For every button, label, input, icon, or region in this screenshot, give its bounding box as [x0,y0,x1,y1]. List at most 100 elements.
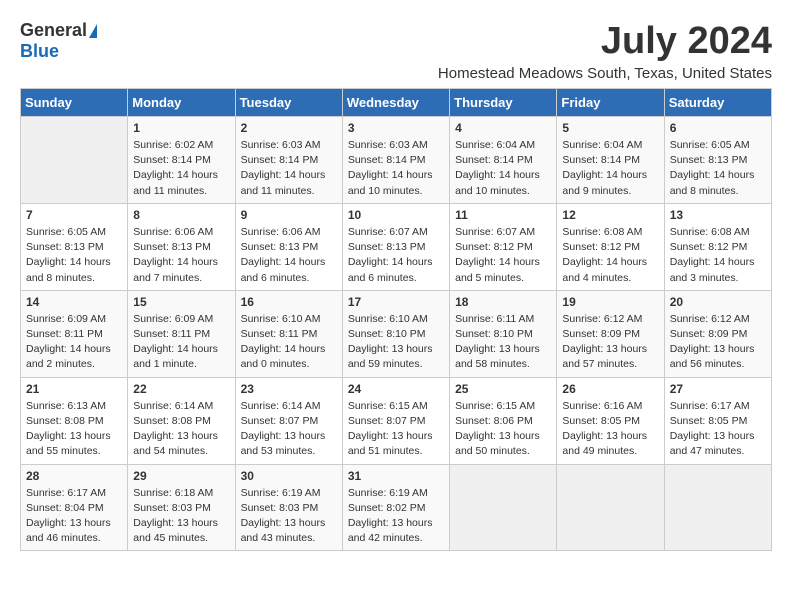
day-number: 5 [562,121,658,135]
day-info: Sunrise: 6:16 AM Sunset: 8:05 PM Dayligh… [562,399,658,460]
day-cell: 26 Sunrise: 6:16 AM Sunset: 8:05 PM Dayli… [557,377,664,464]
day-number: 15 [133,295,229,309]
day-info: Sunrise: 6:10 AM Sunset: 8:11 PM Dayligh… [241,312,337,373]
logo-blue: Blue [20,41,59,62]
day-number: 20 [670,295,766,309]
day-cell: 22 Sunrise: 6:14 AM Sunset: 8:08 PM Dayli… [128,377,235,464]
day-info: Sunrise: 6:17 AM Sunset: 8:04 PM Dayligh… [26,486,122,547]
day-info: Sunrise: 6:07 AM Sunset: 8:13 PM Dayligh… [348,225,444,286]
title-area: July 2024 Homestead Meadows South, Texas… [438,20,772,82]
day-info: Sunrise: 6:18 AM Sunset: 8:03 PM Dayligh… [133,486,229,547]
day-number: 25 [455,382,551,396]
day-cell: 2Sunrise: 6:03 AM Sunset: 8:14 PM Daylig… [235,117,342,204]
header-cell-sunday: Sunday [21,89,128,117]
day-info: Sunrise: 6:06 AM Sunset: 8:13 PM Dayligh… [241,225,337,286]
day-cell: 7 Sunrise: 6:05 AM Sunset: 8:13 PM Daylig… [21,203,128,290]
day-info: Sunrise: 6:17 AM Sunset: 8:05 PM Dayligh… [670,399,766,460]
day-cell: 1Sunrise: 6:02 AM Sunset: 8:14 PM Daylig… [128,117,235,204]
day-cell: 31 Sunrise: 6:19 AM Sunset: 8:02 PM Dayli… [342,464,449,551]
logo: General Blue [20,20,97,62]
month-title: July 2024 [438,20,772,63]
day-cell: 17 Sunrise: 6:10 AM Sunset: 8:10 PM Dayli… [342,290,449,377]
day-number: 23 [241,382,337,396]
day-cell: 8 Sunrise: 6:06 AM Sunset: 8:13 PM Daylig… [128,203,235,290]
day-info: Sunrise: 6:12 AM Sunset: 8:09 PM Dayligh… [562,312,658,373]
day-info: Sunrise: 6:04 AM Sunset: 8:14 PM Dayligh… [562,138,658,199]
header-cell-friday: Friday [557,89,664,117]
day-number: 28 [26,469,122,483]
week-row-1: 7 Sunrise: 6:05 AM Sunset: 8:13 PM Daylig… [21,203,772,290]
day-info: Sunrise: 6:05 AM Sunset: 8:13 PM Dayligh… [670,138,766,199]
day-cell: 30Sunrise: 6:19 AM Sunset: 8:03 PM Dayli… [235,464,342,551]
day-info: Sunrise: 6:03 AM Sunset: 8:14 PM Dayligh… [348,138,444,199]
day-info: Sunrise: 6:12 AM Sunset: 8:09 PM Dayligh… [670,312,766,373]
day-cell [450,464,557,551]
day-info: Sunrise: 6:08 AM Sunset: 8:12 PM Dayligh… [562,225,658,286]
day-cell: 15 Sunrise: 6:09 AM Sunset: 8:11 PM Dayli… [128,290,235,377]
day-number: 31 [348,469,444,483]
day-info: Sunrise: 6:15 AM Sunset: 8:06 PM Dayligh… [455,399,551,460]
day-cell: 12Sunrise: 6:08 AM Sunset: 8:12 PM Dayli… [557,203,664,290]
day-info: Sunrise: 6:05 AM Sunset: 8:13 PM Dayligh… [26,225,122,286]
day-cell: 13 Sunrise: 6:08 AM Sunset: 8:12 PM Dayli… [664,203,771,290]
day-info: Sunrise: 6:15 AM Sunset: 8:07 PM Dayligh… [348,399,444,460]
day-cell: 29 Sunrise: 6:18 AM Sunset: 8:03 PM Dayli… [128,464,235,551]
day-cell [21,117,128,204]
day-number: 18 [455,295,551,309]
header: General Blue July 2024 Homestead Meadows… [20,20,772,82]
header-cell-thursday: Thursday [450,89,557,117]
day-number: 22 [133,382,229,396]
day-number: 19 [562,295,658,309]
day-cell: 3Sunrise: 6:03 AM Sunset: 8:14 PM Daylig… [342,117,449,204]
calendar: SundayMondayTuesdayWednesdayThursdayFrid… [20,88,772,551]
day-cell: 14 Sunrise: 6:09 AM Sunset: 8:11 PM Dayli… [21,290,128,377]
week-row-2: 14 Sunrise: 6:09 AM Sunset: 8:11 PM Dayli… [21,290,772,377]
day-number: 8 [133,208,229,222]
day-cell: 10 Sunrise: 6:07 AM Sunset: 8:13 PM Dayli… [342,203,449,290]
week-row-4: 28 Sunrise: 6:17 AM Sunset: 8:04 PM Dayli… [21,464,772,551]
day-cell: 6 Sunrise: 6:05 AM Sunset: 8:13 PM Daylig… [664,117,771,204]
day-number: 10 [348,208,444,222]
day-cell: 25 Sunrise: 6:15 AM Sunset: 8:06 PM Dayli… [450,377,557,464]
day-number: 6 [670,121,766,135]
day-info: Sunrise: 6:09 AM Sunset: 8:11 PM Dayligh… [26,312,122,373]
logo-general: General [20,20,87,41]
day-cell: 5 Sunrise: 6:04 AM Sunset: 8:14 PM Daylig… [557,117,664,204]
day-number: 7 [26,208,122,222]
day-number: 24 [348,382,444,396]
day-number: 2 [241,121,337,135]
day-info: Sunrise: 6:04 AM Sunset: 8:14 PM Dayligh… [455,138,551,199]
day-number: 27 [670,382,766,396]
calendar-header: SundayMondayTuesdayWednesdayThursdayFrid… [21,89,772,117]
day-cell: 16Sunrise: 6:10 AM Sunset: 8:11 PM Dayli… [235,290,342,377]
day-info: Sunrise: 6:11 AM Sunset: 8:10 PM Dayligh… [455,312,551,373]
day-info: Sunrise: 6:14 AM Sunset: 8:08 PM Dayligh… [133,399,229,460]
header-cell-wednesday: Wednesday [342,89,449,117]
day-info: Sunrise: 6:13 AM Sunset: 8:08 PM Dayligh… [26,399,122,460]
day-info: Sunrise: 6:07 AM Sunset: 8:12 PM Dayligh… [455,225,551,286]
day-number: 17 [348,295,444,309]
day-cell: 27 Sunrise: 6:17 AM Sunset: 8:05 PM Dayli… [664,377,771,464]
day-cell: 23Sunrise: 6:14 AM Sunset: 8:07 PM Dayli… [235,377,342,464]
day-cell: 9Sunrise: 6:06 AM Sunset: 8:13 PM Daylig… [235,203,342,290]
day-number: 14 [26,295,122,309]
header-row: SundayMondayTuesdayWednesdayThursdayFrid… [21,89,772,117]
day-number: 26 [562,382,658,396]
day-info: Sunrise: 6:10 AM Sunset: 8:10 PM Dayligh… [348,312,444,373]
calendar-body: 1Sunrise: 6:02 AM Sunset: 8:14 PM Daylig… [21,117,772,551]
day-cell: 21Sunrise: 6:13 AM Sunset: 8:08 PM Dayli… [21,377,128,464]
day-cell: 24 Sunrise: 6:15 AM Sunset: 8:07 PM Dayli… [342,377,449,464]
week-row-0: 1Sunrise: 6:02 AM Sunset: 8:14 PM Daylig… [21,117,772,204]
header-cell-monday: Monday [128,89,235,117]
day-number: 29 [133,469,229,483]
day-number: 4 [455,121,551,135]
header-cell-tuesday: Tuesday [235,89,342,117]
day-info: Sunrise: 6:08 AM Sunset: 8:12 PM Dayligh… [670,225,766,286]
day-info: Sunrise: 6:06 AM Sunset: 8:13 PM Dayligh… [133,225,229,286]
day-info: Sunrise: 6:09 AM Sunset: 8:11 PM Dayligh… [133,312,229,373]
day-info: Sunrise: 6:19 AM Sunset: 8:02 PM Dayligh… [348,486,444,547]
day-number: 13 [670,208,766,222]
day-info: Sunrise: 6:02 AM Sunset: 8:14 PM Dayligh… [133,138,229,199]
logo-triangle-icon [89,24,97,38]
day-cell: 20 Sunrise: 6:12 AM Sunset: 8:09 PM Dayli… [664,290,771,377]
